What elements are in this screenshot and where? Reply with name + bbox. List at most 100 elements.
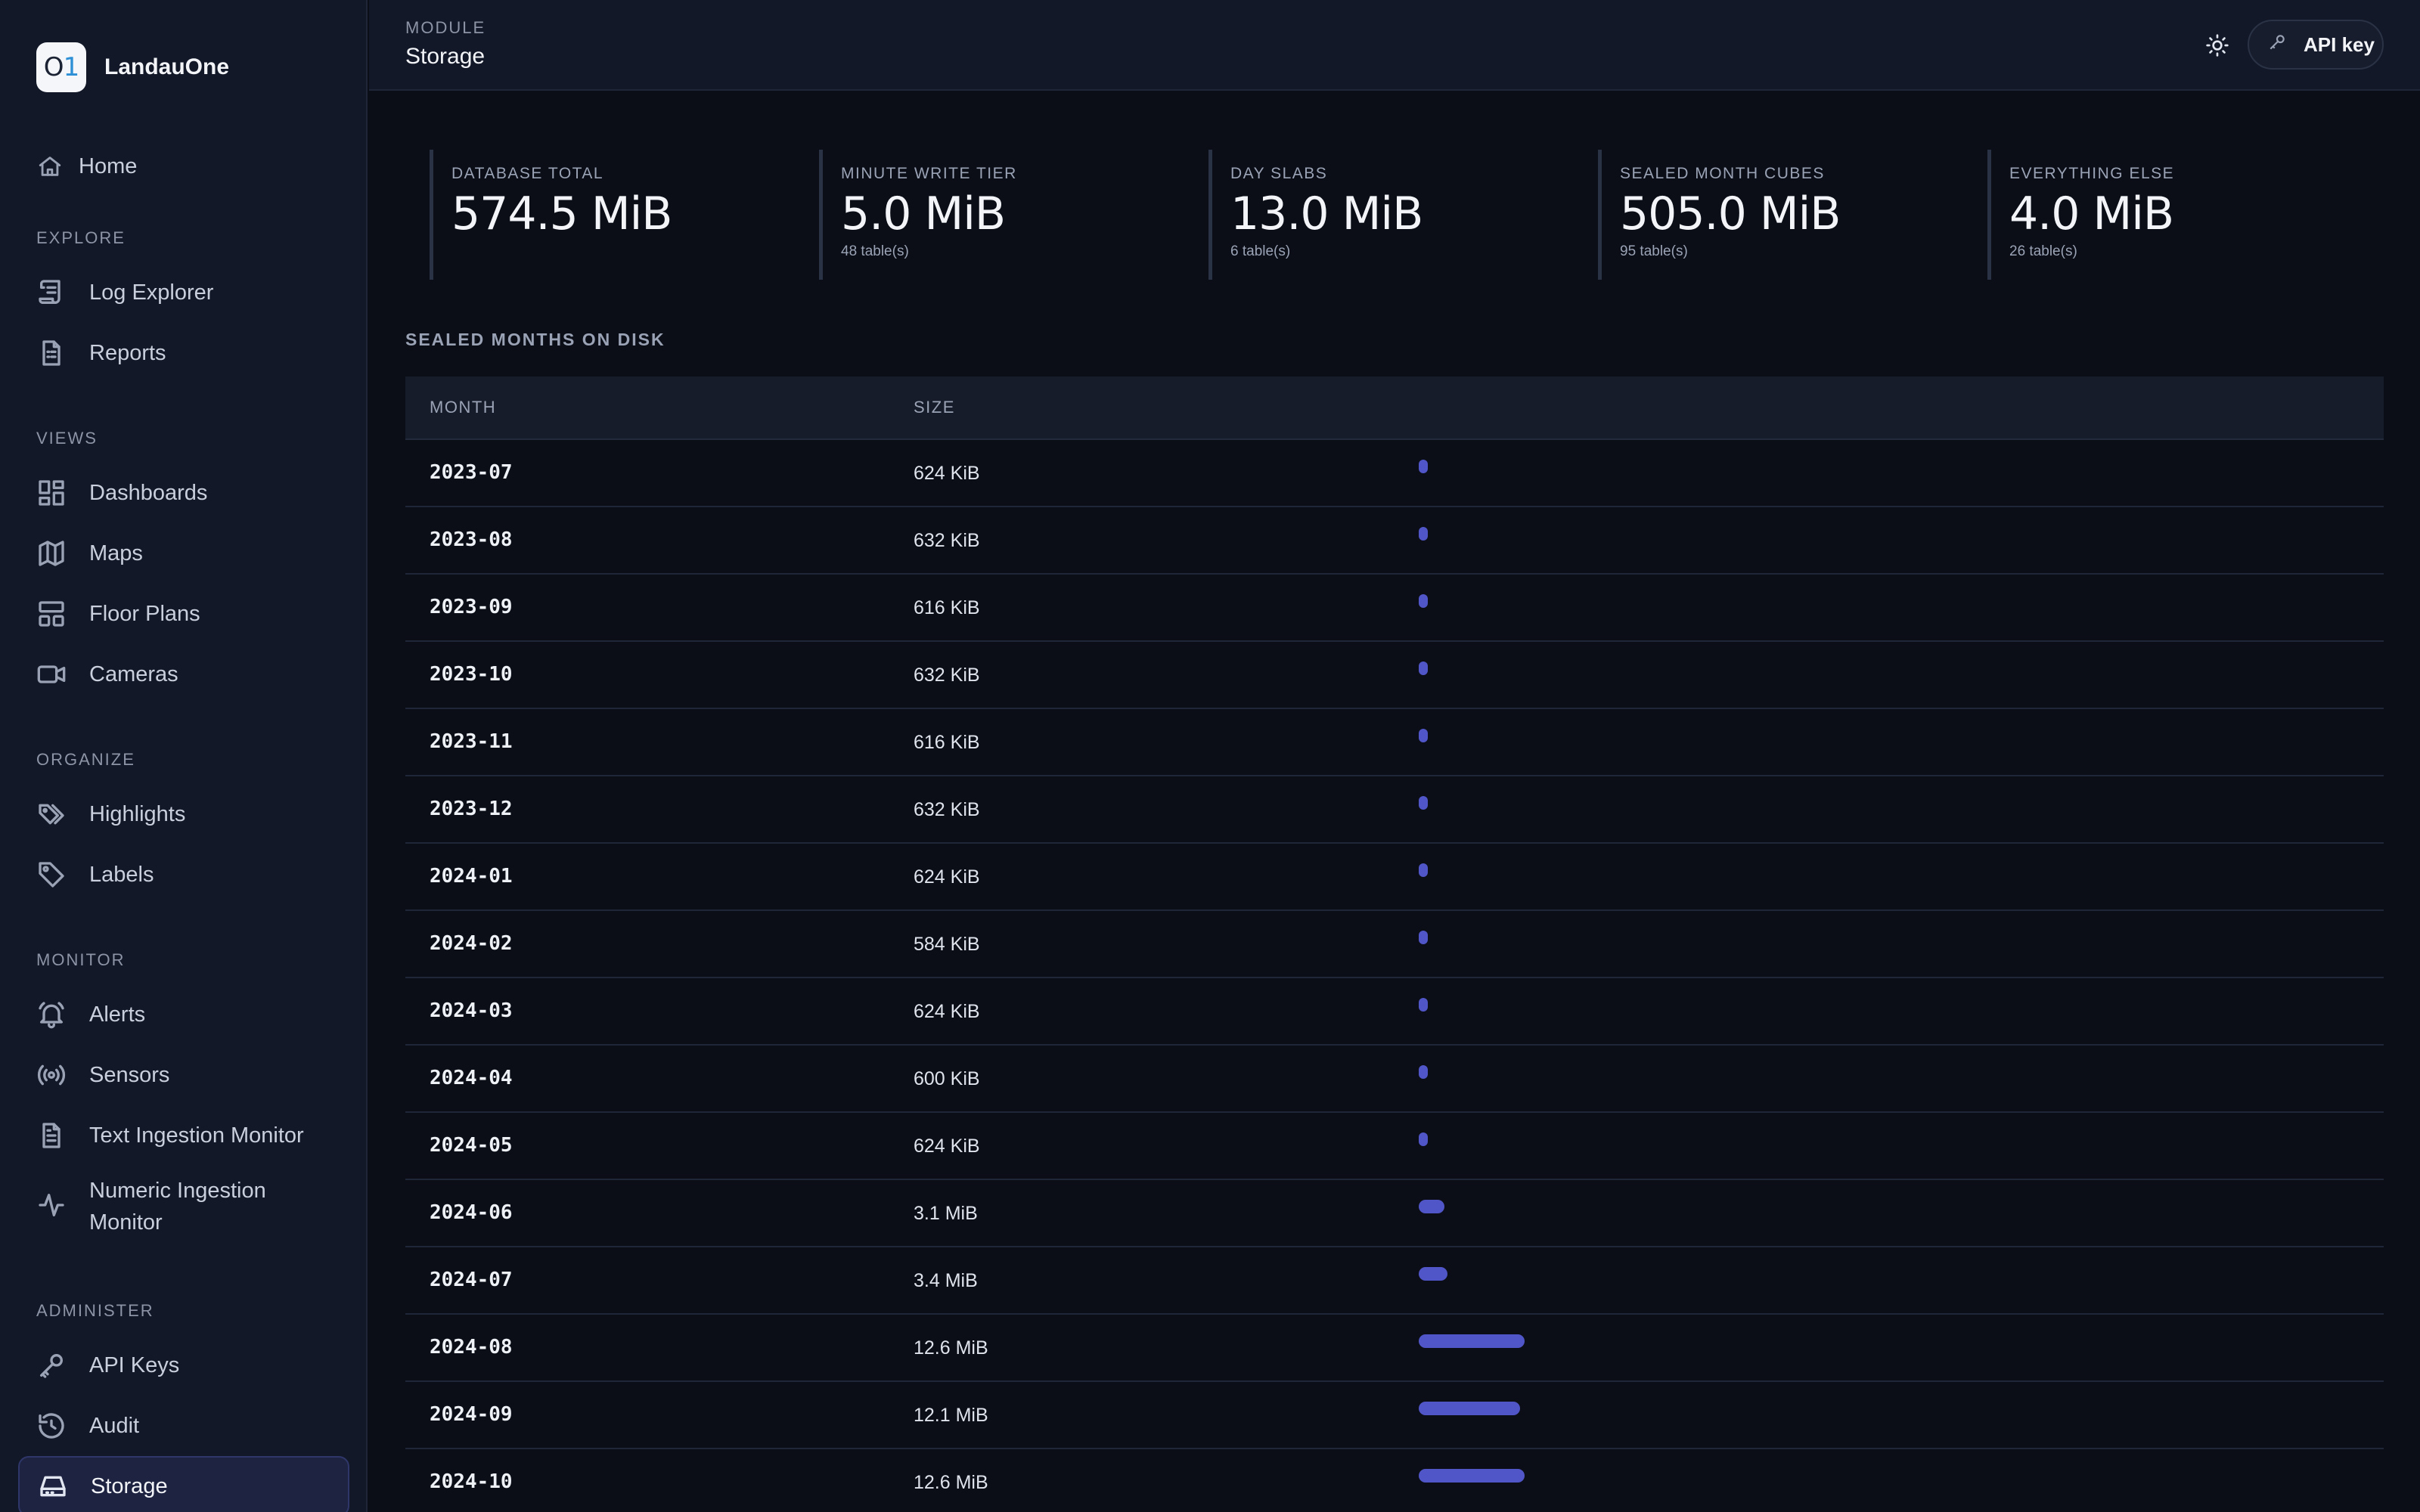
section-label-organize: ORGANIZE (36, 750, 135, 769)
table-row[interactable]: 2023-07 624 KiB (405, 440, 2384, 507)
camera-icon (36, 659, 67, 689)
sidebar-item-numeric-ingestion-monitor[interactable]: Numeric Ingestion Monitor (36, 1166, 354, 1244)
stat-label: DAY SLABS (1230, 165, 1328, 182)
map-icon (36, 538, 67, 569)
cell-month: 2023-09 (430, 596, 513, 618)
stat-label: EVERYTHING ELSE (2009, 165, 2175, 182)
size-bar (1419, 998, 1428, 1012)
table-row[interactable]: 2024-02 584 KiB (405, 911, 2384, 978)
size-bar (1419, 863, 1428, 877)
key-icon (36, 1350, 67, 1380)
sidebar-item-audit[interactable]: Audit (36, 1396, 354, 1456)
sidebar-item-dashboards[interactable]: Dashboards (36, 463, 354, 523)
size-bar (1419, 594, 1428, 608)
sidebar-item-maps[interactable]: Maps (36, 523, 354, 584)
table-row[interactable]: 2023-11 616 KiB (405, 709, 2384, 776)
history-icon (36, 1411, 67, 1441)
sidebar-item-reports[interactable]: Reports (36, 323, 354, 383)
document-icon (36, 1120, 67, 1151)
module-label: MODULE (405, 18, 486, 37)
sidebar-item-api-keys[interactable]: API Keys (36, 1335, 354, 1396)
sidebar-item-storage[interactable]: Storage (18, 1456, 349, 1512)
api-key-label: API key (2304, 33, 2375, 56)
brand[interactable]: O1 LandauOne (36, 42, 229, 92)
sidebar-item-highlights[interactable]: Highlights (36, 784, 354, 844)
key-icon (2267, 33, 2304, 57)
cell-size: 3.4 MiB (914, 1270, 978, 1291)
sidebar-item-label: Audit (89, 1413, 140, 1438)
size-bar (1419, 527, 1428, 541)
table-row[interactable]: 2024-10 12.6 MiB (405, 1449, 2384, 1512)
tag-icon (36, 860, 67, 890)
sidebar-item-alerts[interactable]: Alerts (36, 984, 354, 1045)
sidebar-item-log-explorer[interactable]: Log Explorer (36, 262, 354, 323)
cell-month: 2024-06 (430, 1201, 513, 1224)
sidebar-item-cameras[interactable]: Cameras (36, 644, 354, 705)
table-row[interactable]: 2024-08 12.6 MiB (405, 1315, 2384, 1382)
sidebar-item-labels[interactable]: Labels (36, 844, 354, 905)
table-row[interactable]: 2023-08 632 KiB (405, 507, 2384, 575)
table-row[interactable]: 2023-12 632 KiB (405, 776, 2384, 844)
sidebar-item-label: Labels (89, 862, 154, 887)
sidebar-item-home[interactable]: Home (36, 148, 137, 184)
top-header: MODULE Storage API key (369, 0, 2420, 91)
table-row[interactable]: 2023-09 616 KiB (405, 575, 2384, 642)
column-header-month[interactable]: MONTH (430, 398, 496, 417)
cell-size: 12.6 MiB (914, 1337, 988, 1359)
sidebar-item-text-ingestion-monitor[interactable]: Text Ingestion Monitor (36, 1105, 354, 1166)
cell-size: 12.1 MiB (914, 1405, 988, 1426)
sidebar-item-label: Home (79, 153, 138, 178)
table-row[interactable]: 2024-06 3.1 MiB (405, 1180, 2384, 1247)
sidebar-item-sensors[interactable]: Sensors (36, 1045, 354, 1105)
cell-size: 632 KiB (914, 665, 980, 686)
hard-drive-icon (38, 1471, 68, 1501)
sealed-months-table: MONTH SIZE 2023-07 624 KiB 2023-08 632 KiB 2… (405, 376, 2384, 1512)
table-row[interactable]: 2024-04 600 KiB (405, 1046, 2384, 1113)
theme-toggle-button[interactable] (2199, 29, 2235, 65)
cell-size: 3.1 MiB (914, 1203, 978, 1224)
size-bar (1419, 460, 1428, 473)
sidebar-item-label: Cameras (89, 662, 178, 686)
size-bar (1419, 662, 1428, 675)
stat-value: 13.0 MiB (1230, 187, 1423, 240)
broadcast-icon (36, 1060, 67, 1090)
cell-size: 632 KiB (914, 799, 980, 820)
cell-month: 2023-12 (430, 798, 513, 820)
floorplan-icon (36, 599, 67, 629)
table-row[interactable]: 2024-09 12.1 MiB (405, 1382, 2384, 1449)
cell-month: 2023-07 (430, 461, 513, 484)
size-bar (1419, 729, 1428, 742)
sidebar-item-floor-plans[interactable]: Floor Plans (36, 584, 354, 644)
stat-label: DATABASE TOTAL (451, 165, 604, 182)
section-label-explore: EXPLORE (36, 228, 126, 247)
table-body: 2023-07 624 KiB 2023-08 632 KiB 2023-09 616 K… (405, 440, 2384, 1512)
stat-card-day-slabs: DAY SLABS 13.0 MiB 6 table(s) (1208, 150, 1571, 280)
stat-label: SEALED MONTH CUBES (1620, 165, 1825, 182)
sidebar-item-label: Numeric Ingestion Monitor (89, 1179, 266, 1235)
brand-name: LandauOne (104, 54, 230, 79)
table-row[interactable]: 2024-07 3.4 MiB (405, 1247, 2384, 1315)
sidebar-item-label: Text Ingestion Monitor (89, 1123, 304, 1148)
cell-size: 616 KiB (914, 732, 980, 753)
table-row[interactable]: 2023-10 632 KiB (405, 642, 2384, 709)
column-header-size[interactable]: SIZE (914, 398, 955, 417)
stat-value: 5.0 MiB (841, 187, 1006, 240)
sidebar-item-label: API Keys (89, 1352, 180, 1377)
cell-month: 2023-10 (430, 663, 513, 686)
size-bar (1419, 1334, 1525, 1348)
cell-month: 2024-08 (430, 1336, 513, 1359)
sidebar-item-label: Maps (89, 541, 143, 565)
table-row[interactable]: 2024-03 624 KiB (405, 978, 2384, 1046)
sidebar: O1 LandauOne Home EXPLORE Log Explorer R… (0, 0, 368, 1512)
cell-size: 624 KiB (914, 1136, 980, 1157)
stat-sub: 26 table(s) (2009, 243, 2077, 259)
stat-sub: 48 table(s) (841, 243, 909, 259)
cell-size: 632 KiB (914, 530, 980, 551)
api-key-button[interactable]: API key (2248, 20, 2384, 70)
bell-icon (36, 999, 67, 1030)
cell-month: 2024-04 (430, 1067, 513, 1089)
table-row[interactable]: 2024-05 624 KiB (405, 1113, 2384, 1180)
home-icon (36, 151, 64, 181)
report-icon (36, 338, 67, 368)
table-row[interactable]: 2024-01 624 KiB (405, 844, 2384, 911)
